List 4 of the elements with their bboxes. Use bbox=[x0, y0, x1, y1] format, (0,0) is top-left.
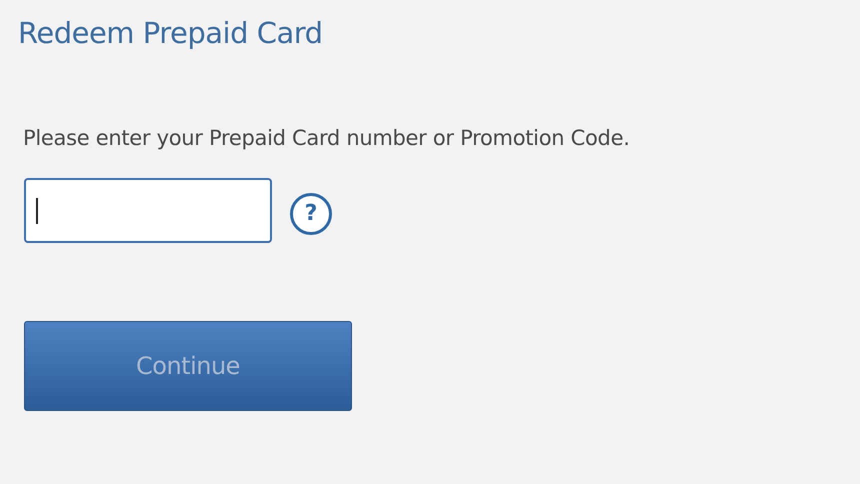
help-button[interactable]: ? bbox=[290, 192, 332, 234]
code-input-field[interactable] bbox=[24, 178, 272, 243]
instruction-text: Please enter your Prepaid Card number or Promotion Code. bbox=[23, 126, 631, 150]
page-title: Redeem Prepaid Card bbox=[18, 16, 324, 50]
